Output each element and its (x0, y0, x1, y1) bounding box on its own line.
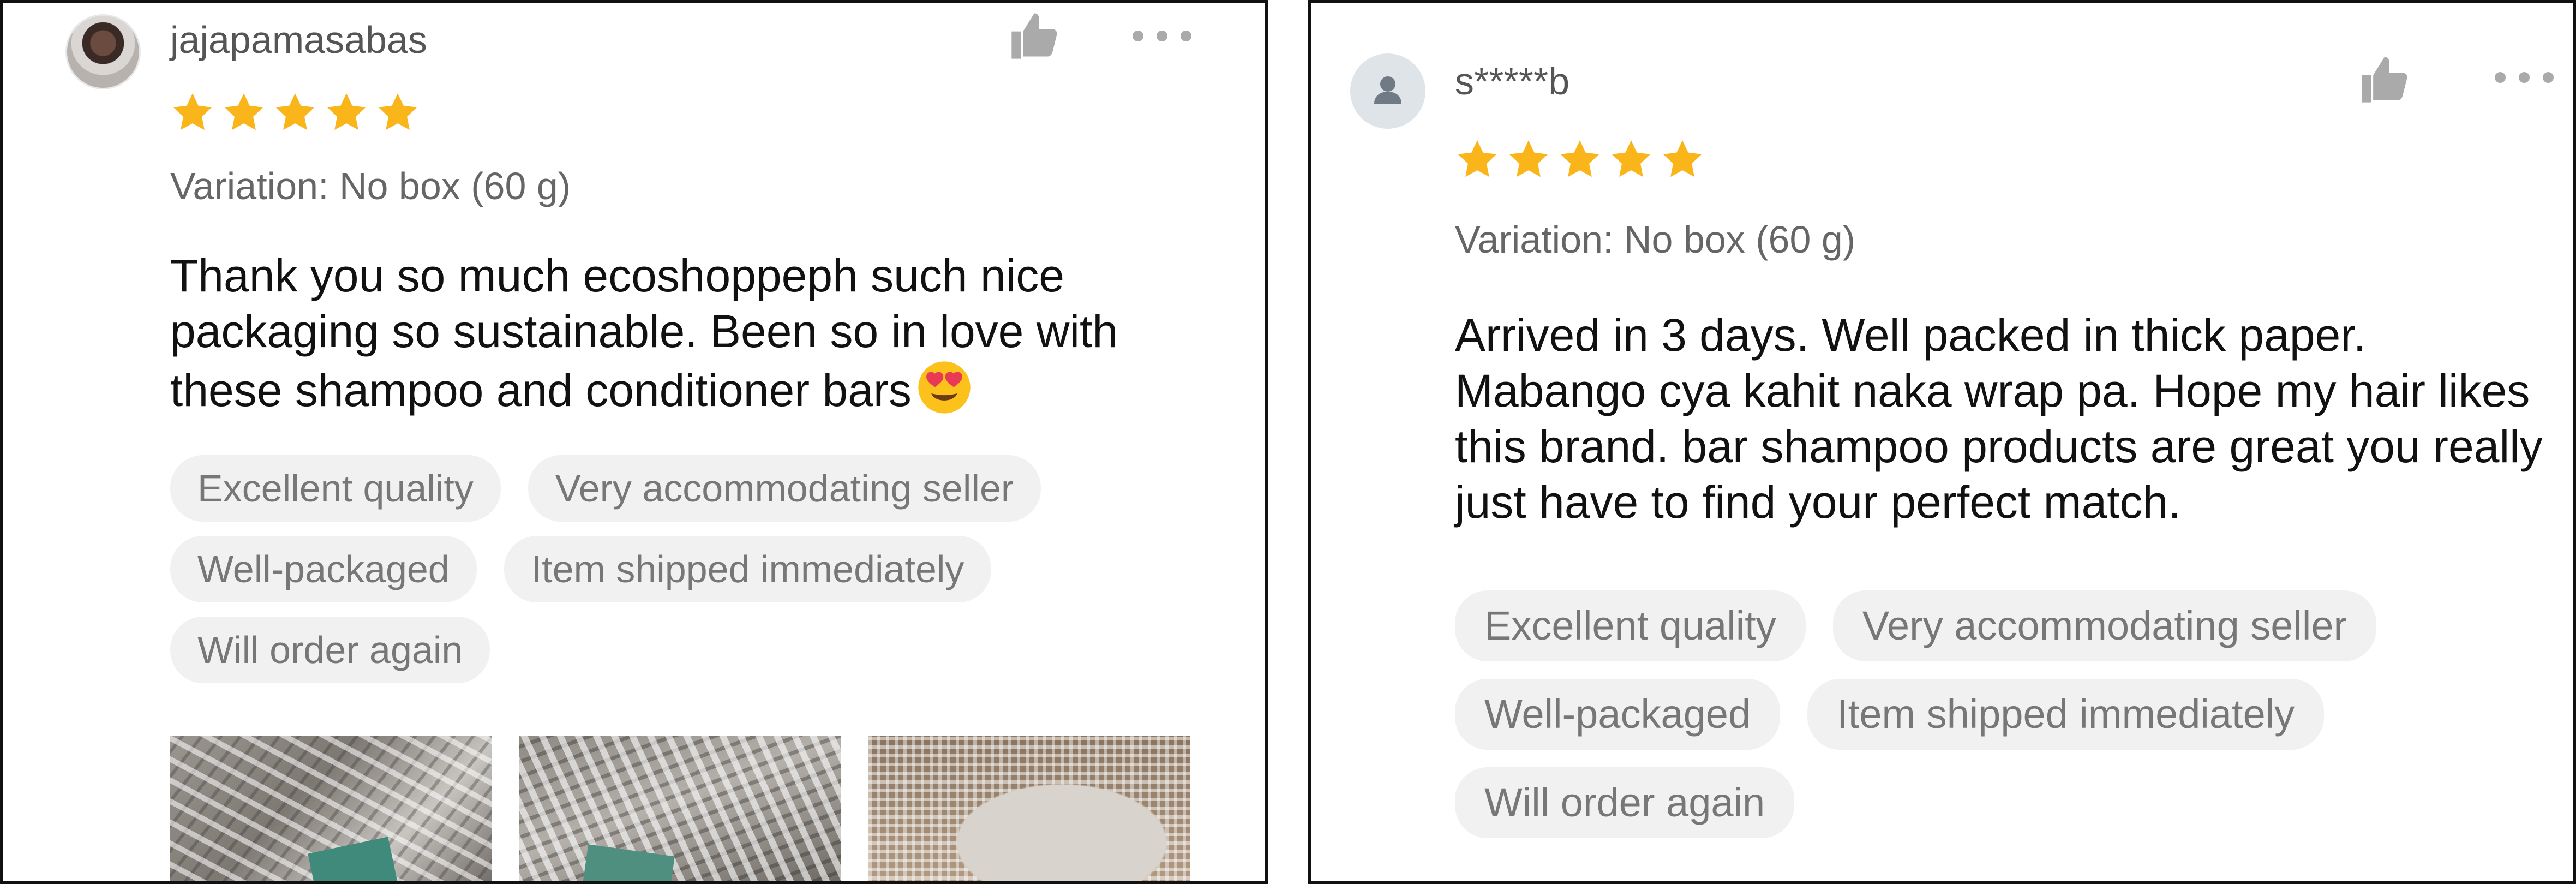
tag-chip: Very accommodating seller (1832, 590, 2377, 661)
username[interactable]: s*****b (1455, 62, 1569, 100)
star-icon (1458, 140, 1497, 177)
review-card: s*****b Variation: No box (60 g) Arrived… (1308, 0, 2576, 884)
variation-label: Variation: No box (60 g) (170, 165, 571, 207)
tag-chip: Item shipped immediately (1807, 679, 2325, 750)
tag-list: Excellent quality Very accommodating sel… (1455, 590, 2546, 856)
review-photo-thumbnail[interactable] (519, 736, 841, 881)
review-text: Arrived in 3 days. Well packed in thick … (1455, 309, 2543, 528)
avatar[interactable] (1350, 53, 1425, 129)
more-options-icon[interactable] (1129, 25, 1195, 47)
star-icon (1612, 140, 1651, 177)
default-user-icon (1374, 76, 1401, 104)
thumbs-up-icon[interactable] (1007, 9, 1062, 63)
star-icon (327, 93, 366, 130)
variation-label: Variation: No box (60 g) (1455, 218, 1856, 261)
star-icon (275, 93, 315, 130)
star-icon (224, 93, 263, 130)
more-options-icon[interactable] (2491, 67, 2557, 88)
avatar[interactable] (65, 14, 141, 89)
tag-chip: Very accommodating seller (528, 455, 1041, 522)
review-text-body: Thank you so much ecoshoppeph such nice … (170, 250, 1118, 416)
tag-chip: Excellent quality (1455, 590, 1806, 661)
review-photo-thumbnail[interactable] (868, 736, 1190, 881)
thumbs-up-icon[interactable] (2357, 52, 2412, 107)
tag-list: Excellent quality Very accommodating sel… (170, 455, 1207, 697)
tag-chip: Will order again (170, 617, 490, 683)
review-text: Thank you so much ecoshoppeph such nice … (170, 248, 1185, 418)
tag-chip: Well-packaged (1455, 679, 1781, 750)
heart-eyes-emoji-icon (918, 361, 971, 414)
tag-chip: Well-packaged (170, 536, 477, 602)
username[interactable]: jajapamasabas (170, 21, 427, 59)
review-card: jajapamasabas Variation: No box (60 g) T… (0, 0, 1268, 884)
tag-chip: Excellent quality (170, 455, 501, 522)
star-rating (170, 91, 420, 135)
review-photo-thumbnail[interactable] (170, 736, 492, 881)
star-icon (1560, 140, 1599, 177)
star-icon (1663, 140, 1702, 177)
star-icon (173, 93, 212, 130)
star-icon (1509, 140, 1548, 177)
tag-chip: Will order again (1455, 767, 1795, 838)
tag-chip: Item shipped immediately (504, 536, 992, 602)
star-icon (378, 93, 417, 130)
review-photos (170, 736, 1190, 881)
star-rating (1455, 138, 1705, 182)
